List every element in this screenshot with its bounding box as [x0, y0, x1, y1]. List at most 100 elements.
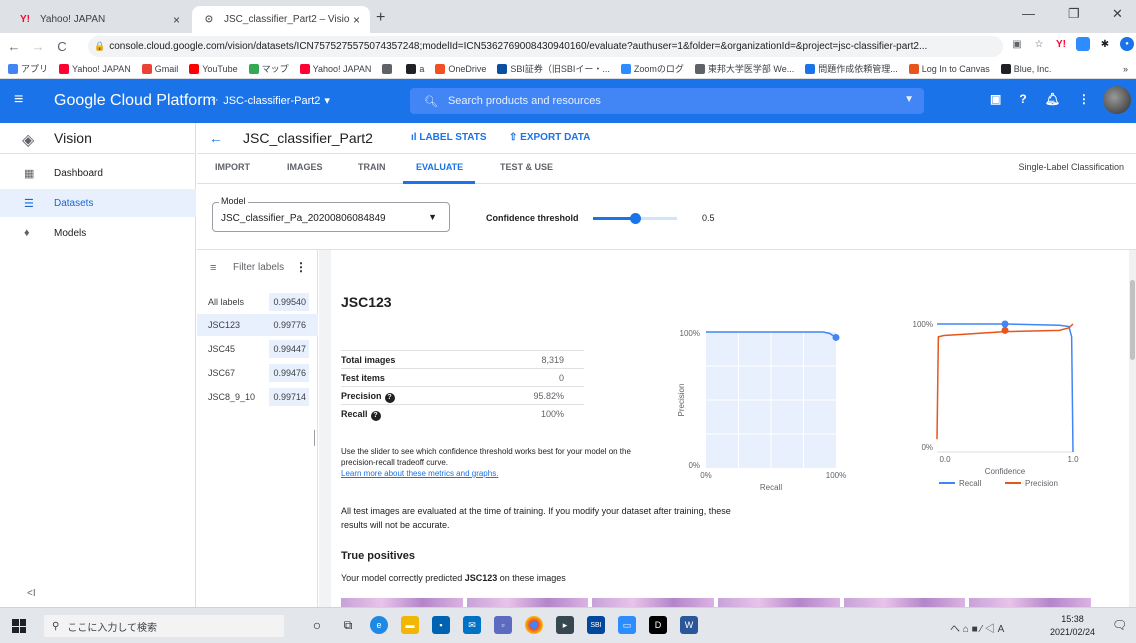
- cloud-shell-icon[interactable]: ▣: [990, 92, 1001, 106]
- search-input[interactable]: 🔍︎ Search products and resources ▼: [410, 88, 924, 114]
- scrollbar-thumb[interactable]: [1130, 280, 1135, 360]
- label-row-jsc45[interactable]: JSC45 0.99447: [197, 338, 318, 360]
- bookmark-item[interactable]: Yahoo! JAPAN: [59, 63, 131, 74]
- model-select[interactable]: Model JSC_classifier_Pa_20200806084849 ▼: [212, 196, 450, 232]
- image-thumbnail[interactable]: [843, 598, 966, 607]
- export-data-button[interactable]: ⇧ EXPORT DATA: [509, 132, 590, 143]
- taskbar-clock[interactable]: 15:38 2021/02/24: [1050, 613, 1095, 639]
- browser-tab-yahoo[interactable]: Y! Yahoo! JAPAN ×: [8, 6, 190, 33]
- tab-evaluate[interactable]: EVALUATE: [416, 162, 463, 172]
- image-thumbnail[interactable]: [341, 598, 463, 607]
- help-icon[interactable]: ?: [384, 393, 395, 403]
- cortana-icon[interactable]: ○: [308, 616, 326, 634]
- bookmark-item[interactable]: SBI証券（旧SBIイー・...: [497, 62, 610, 75]
- close-tab-icon[interactable]: ×: [173, 13, 180, 27]
- resize-handle[interactable]: [314, 430, 315, 446]
- bookmark-item[interactable]: Yahoo! JAPAN: [299, 63, 371, 74]
- close-tab-icon[interactable]: ×: [353, 13, 360, 27]
- tab-test-use[interactable]: TEST & USE: [500, 162, 553, 172]
- more-vert-icon[interactable]: ⋮: [295, 260, 307, 274]
- bookmark-item[interactable]: Zoomのログ: [620, 62, 684, 75]
- forward-nav-icon[interactable]: →: [28, 39, 48, 54]
- label-row-all[interactable]: All labels 0.99540: [197, 291, 318, 313]
- bookmark-item[interactable]: OneDrive: [435, 63, 486, 74]
- avatar[interactable]: [1103, 86, 1131, 114]
- puzzle-icon[interactable]: ✱: [1098, 37, 1112, 51]
- windows-start-icon[interactable]: [12, 619, 26, 633]
- yahoo-extension-icon[interactable]: Y!: [1054, 37, 1068, 51]
- learn-more-link[interactable]: Learn more about these metrics and graph…: [341, 469, 498, 478]
- image-thumbnail[interactable]: [718, 598, 840, 607]
- slider-handle[interactable]: [630, 213, 641, 224]
- image-thumbnail[interactable]: [592, 598, 715, 607]
- bookmarks-more-button[interactable]: »: [1123, 64, 1128, 74]
- tab-images[interactable]: IMAGES: [287, 162, 323, 172]
- bookmark-item[interactable]: 問題作成依頼管理...: [805, 62, 898, 75]
- bookmark-item[interactable]: [382, 63, 395, 74]
- chevron-down-icon[interactable]: ▼: [904, 94, 914, 105]
- filter-labels[interactable]: ≡ Filter labels ⋮: [197, 250, 318, 287]
- label-row-jsc8-9-10[interactable]: JSC8_9_10 0.99714: [197, 386, 318, 408]
- label-stats-button[interactable]: ıl LABEL STATS: [411, 132, 487, 143]
- page-scrollbar[interactable]: [1129, 250, 1136, 607]
- confidence-slider[interactable]: [593, 213, 677, 224]
- reload-icon[interactable]: C: [52, 39, 72, 54]
- hamburger-menu-icon[interactable]: ≡: [14, 91, 23, 109]
- label-row-jsc67[interactable]: JSC67 0.99476: [197, 362, 318, 384]
- notification-center-icon[interactable]: 🗨︎: [1112, 618, 1127, 632]
- profile-icon[interactable]: ●: [1120, 37, 1134, 51]
- edge-icon[interactable]: e: [370, 616, 388, 634]
- bookmark-star-icon[interactable]: ☆: [1032, 37, 1046, 51]
- address-bar[interactable]: 🔒 console.cloud.google.com/vision/datase…: [88, 36, 1003, 57]
- new-tab-button[interactable]: +: [376, 9, 385, 27]
- back-nav-icon[interactable]: ←: [4, 39, 24, 54]
- sidebar-item-dashboard[interactable]: ▦ Dashboard: [0, 159, 196, 187]
- bookmark-item[interactable]: Gmail: [141, 63, 178, 74]
- image-thumbnail[interactable]: [969, 598, 1091, 607]
- help-icon[interactable]: ?: [370, 411, 381, 421]
- word-icon[interactable]: W: [680, 616, 698, 634]
- chrome-icon[interactable]: [525, 616, 543, 634]
- maximize-icon[interactable]: ❐: [1068, 6, 1080, 22]
- minimize-icon[interactable]: —: [1022, 6, 1035, 21]
- more-vert-icon[interactable]: ⋮: [1078, 92, 1090, 106]
- app-d-icon[interactable]: D: [649, 616, 667, 634]
- bookmark-item[interactable]: Blue, Inc.: [1000, 63, 1051, 74]
- notifications-icon[interactable]: 🔔︎: [1045, 92, 1060, 106]
- collapse-sidebar-button[interactable]: <I: [27, 588, 36, 599]
- label-row-jsc123[interactable]: JSC123 0.99776: [197, 314, 318, 336]
- tab-train[interactable]: TRAIN: [358, 162, 386, 172]
- gcp-brand[interactable]: Google Cloud Platform: [54, 92, 216, 110]
- sidebar-item-models[interactable]: ♦ Models: [0, 219, 196, 247]
- mail-icon[interactable]: ✉: [463, 616, 481, 634]
- media-icon[interactable]: ▸: [556, 616, 574, 634]
- back-arrow-icon[interactable]: ←: [209, 130, 223, 146]
- zoom-icon[interactable]: ▭: [618, 616, 636, 634]
- bookmark-item[interactable]: a: [406, 63, 424, 74]
- bookmark-item[interactable]: Log In to Canvas: [908, 63, 990, 74]
- sbi-icon[interactable]: SBI: [587, 616, 605, 634]
- bookmark-item[interactable]: アプリ: [8, 62, 48, 75]
- tab-import[interactable]: IMPORT: [215, 162, 250, 172]
- stats-row: Precision? 95.82%: [341, 386, 584, 404]
- system-tray[interactable]: へ ⌂ ■ ⁄ ◁ A: [950, 620, 1004, 635]
- project-selector[interactable]: ⁘ JSC-classifier-Part2 ▾: [210, 94, 330, 108]
- bookmark-favicon-icon: [908, 63, 919, 74]
- file-explorer-icon[interactable]: ▬: [401, 616, 419, 634]
- image-thumbnail[interactable]: [466, 598, 589, 607]
- slider-fill: [593, 217, 635, 220]
- translate-icon[interactable]: ▣: [1010, 37, 1024, 51]
- bookmark-item[interactable]: マップ: [248, 62, 289, 75]
- upload-icon: ⇧: [509, 132, 521, 143]
- browser-tab-vision[interactable]: ⊙ JSC_classifier_Part2 – Vision – JSC ×: [192, 6, 370, 33]
- taskbar-search-input[interactable]: ⚲ ここに入力して検索: [44, 615, 284, 637]
- window-close-icon[interactable]: ✕: [1112, 6, 1123, 22]
- zoom-extension-icon[interactable]: [1076, 37, 1090, 51]
- help-icon[interactable]: ?: [1019, 92, 1026, 106]
- sidebar-item-datasets[interactable]: ☰ Datasets: [0, 189, 196, 217]
- app-icon[interactable]: ▫: [494, 616, 512, 634]
- bookmark-item[interactable]: YouTube: [189, 63, 238, 74]
- store-icon[interactable]: ▪: [432, 616, 450, 634]
- bookmark-item[interactable]: 東邦大学医学部 We...: [694, 62, 794, 75]
- task-view-icon[interactable]: ⧉: [339, 616, 357, 634]
